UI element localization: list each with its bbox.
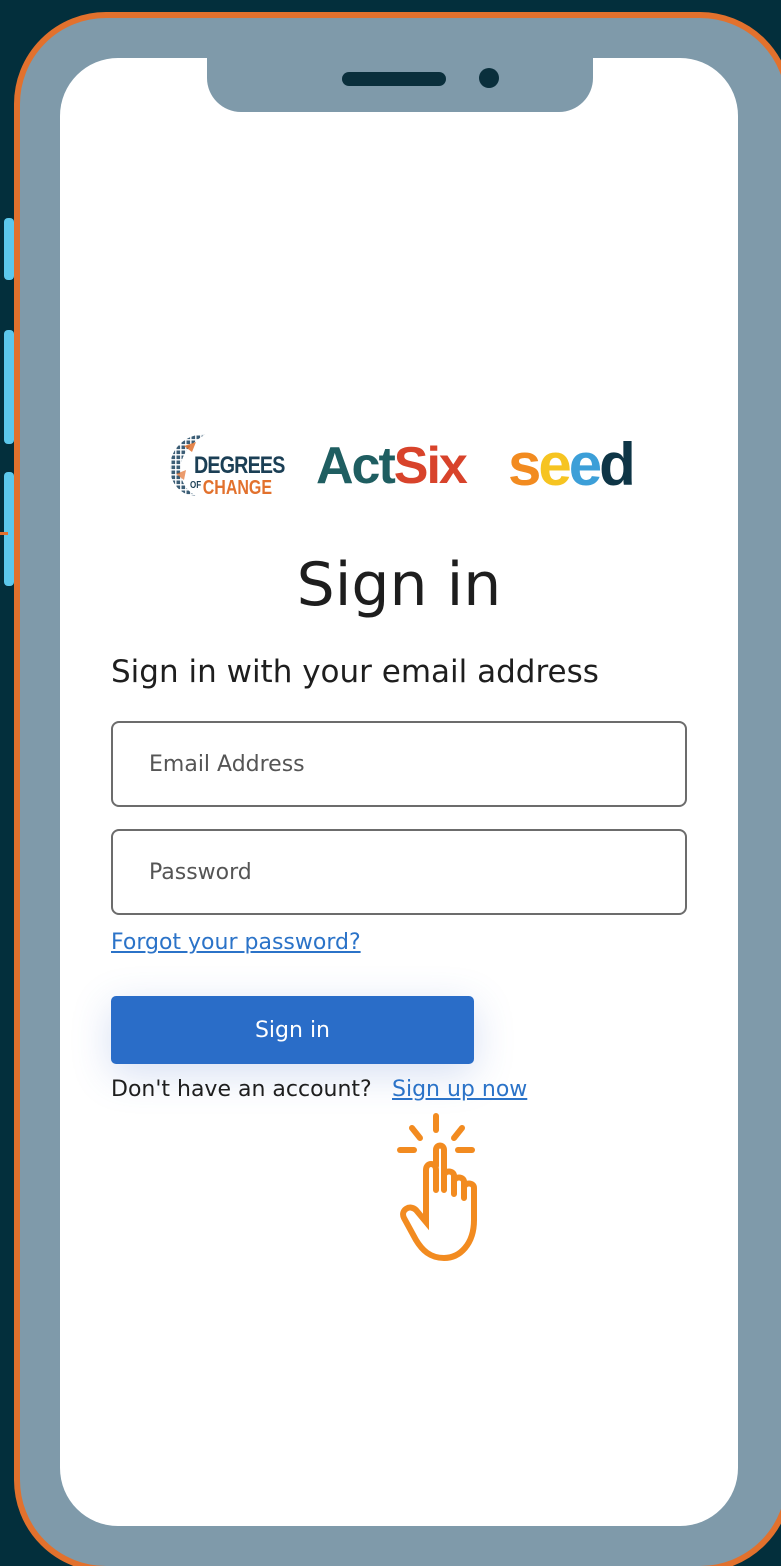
actsix-logo: ActSix <box>316 436 468 496</box>
page-title: Sign in <box>296 550 502 620</box>
seed-logo-s: s <box>508 431 541 498</box>
phone-side-accent <box>0 532 8 535</box>
logo-text-change: CHANGE <box>202 477 273 499</box>
phone-side-button-middle <box>4 330 14 444</box>
password-field[interactable] <box>111 829 687 915</box>
logo-text-of: OF <box>190 480 202 491</box>
forgot-password-link[interactable]: Forgot your password? <box>111 930 361 955</box>
phone-camera <box>479 68 499 88</box>
actsix-logo-act: Act <box>316 437 396 495</box>
phone-speaker <box>342 72 446 86</box>
tap-hand-icon <box>397 1113 477 1262</box>
degrees-of-change-logo: DEGREES OFCHANGE <box>164 426 285 502</box>
seed-logo-e1: e <box>538 431 571 498</box>
no-account-text: Don't have an account? <box>111 1077 372 1102</box>
actsix-logo-six: Six <box>393 437 468 495</box>
seed-logo-d: d <box>599 431 636 498</box>
phone-side-button-bottom <box>4 472 14 586</box>
partner-logos: DEGREES OFCHANGE ActSix seed <box>164 424 644 504</box>
form-subtitle: Sign in with your email address <box>111 654 599 690</box>
email-field[interactable] <box>111 721 687 807</box>
seed-logo: seed <box>508 430 636 499</box>
phone-side-button-top <box>4 218 14 280</box>
logo-text-degrees: DEGREES <box>194 452 285 479</box>
seed-logo-e2: e <box>568 431 602 498</box>
logo-text-of-change: OFCHANGE <box>190 477 272 500</box>
device-mockup: DEGREES OFCHANGE ActSix seed Sign in Sig… <box>0 0 781 1566</box>
sign-in-button[interactable]: Sign in <box>111 996 474 1064</box>
sign-up-link[interactable]: Sign up now <box>392 1077 527 1102</box>
